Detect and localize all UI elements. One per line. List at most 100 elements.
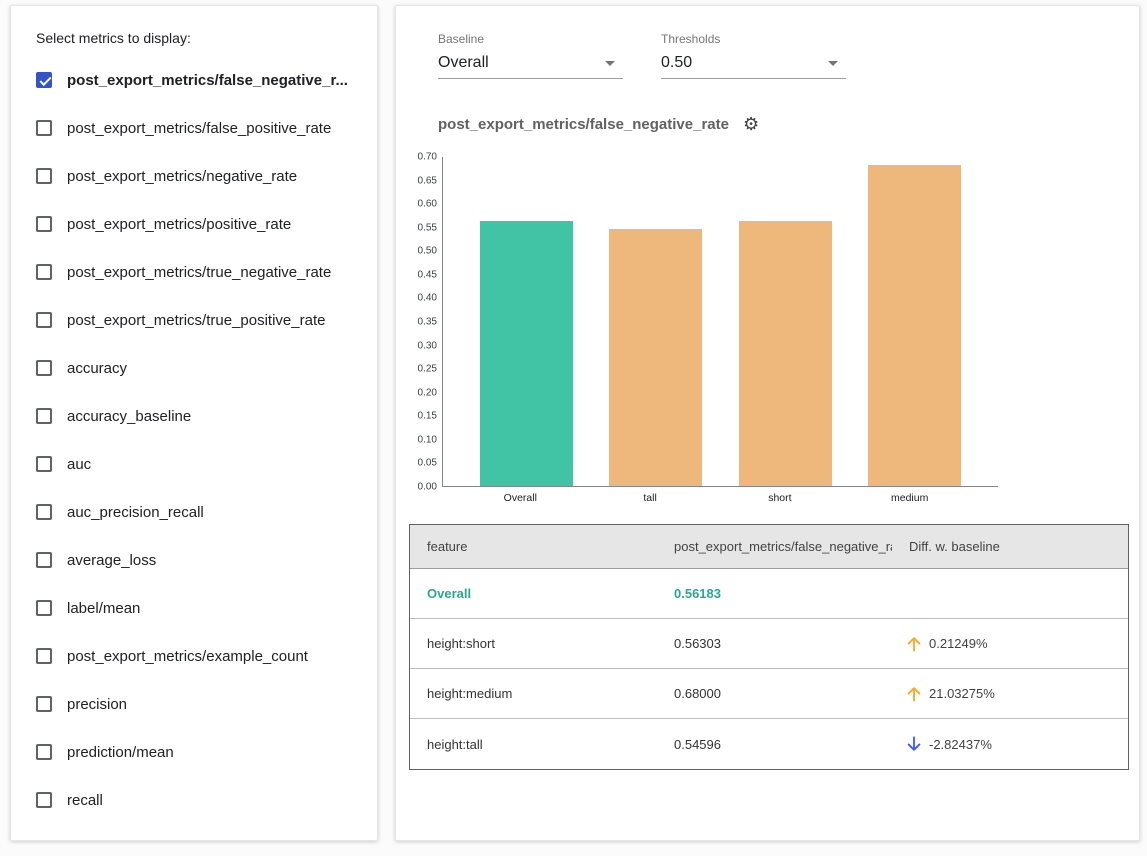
y-tick-label: 0.50 xyxy=(418,246,437,257)
bar-tall[interactable] xyxy=(609,229,702,486)
metric-item[interactable]: prediction/mean xyxy=(36,728,377,776)
thresholds-label: Thresholds xyxy=(661,32,846,46)
fairness-indicators-page: Select metrics to display: post_export_m… xyxy=(0,0,1147,856)
diff-value: 0.21249% xyxy=(929,636,988,651)
cell-feature: Overall xyxy=(410,586,657,601)
metric-item[interactable]: post_export_metrics/true_negative_rate xyxy=(36,248,377,296)
checkbox-unchecked[interactable] xyxy=(36,504,52,520)
metric-item[interactable]: post_export_metrics/true_positive_rate xyxy=(36,296,377,344)
metric-item[interactable]: auc xyxy=(36,440,377,488)
table-row: Overall0.56183 xyxy=(410,569,1128,619)
chart-header: post_export_metrics/false_negative_rate … xyxy=(438,115,1139,133)
diff-value: 21.03275% xyxy=(929,686,995,701)
checkbox-unchecked[interactable] xyxy=(36,216,52,232)
metric-item[interactable]: post_export_metrics/example_count xyxy=(36,632,377,680)
bar-medium[interactable] xyxy=(868,165,961,486)
metric-label: accuracy xyxy=(67,360,127,377)
cell-metric-value: 0.54596 xyxy=(657,737,892,752)
results-panel: Baseline Overall Thresholds 0.50 post_ex… xyxy=(395,5,1140,841)
x-axis-labels: Overall tall short medium xyxy=(437,492,993,504)
y-tick-label: 0.70 xyxy=(418,152,437,163)
metric-label: post_export_metrics/negative_rate xyxy=(67,168,297,185)
metric-item[interactable]: post_export_metrics/positive_rate xyxy=(36,200,377,248)
table-header-diff: Diff. w. baseline xyxy=(892,539,1130,554)
x-tick-label: short xyxy=(733,492,826,504)
y-tick-label: 0.20 xyxy=(418,387,437,398)
metric-label: post_export_metrics/example_count xyxy=(67,648,308,665)
checkbox-unchecked[interactable] xyxy=(36,360,52,376)
x-tick-label: medium xyxy=(863,492,956,504)
y-tick-label: 0.35 xyxy=(418,317,437,328)
y-tick-label: 0.65 xyxy=(418,175,437,186)
metric-label: recall xyxy=(67,792,103,809)
chevron-down-icon xyxy=(605,61,615,66)
checkbox-unchecked[interactable] xyxy=(36,792,52,808)
metrics-list: post_export_metrics/false_negative_r...p… xyxy=(36,56,377,824)
metric-label: post_export_metrics/true_negative_rate xyxy=(67,264,331,281)
bar-short[interactable] xyxy=(739,221,832,486)
controls-row: Baseline Overall Thresholds 0.50 xyxy=(396,6,1139,79)
arrow-up-icon xyxy=(904,684,924,704)
thresholds-selected-value: 0.50 xyxy=(661,54,692,72)
checkbox-unchecked[interactable] xyxy=(36,696,52,712)
metric-item[interactable]: post_export_metrics/false_negative_r... xyxy=(36,56,377,104)
baseline-control: Baseline Overall xyxy=(438,32,623,79)
metric-label: accuracy_baseline xyxy=(67,408,191,425)
x-tick-label: tall xyxy=(604,492,697,504)
checkbox-unchecked[interactable] xyxy=(36,312,52,328)
y-tick-label: 0.25 xyxy=(418,364,437,375)
metric-item[interactable]: auc_precision_recall xyxy=(36,488,377,536)
diff-value: -2.82437% xyxy=(929,737,992,752)
metric-item[interactable]: label/mean xyxy=(36,584,377,632)
checkbox-checked[interactable] xyxy=(36,72,52,88)
baseline-selected-value: Overall xyxy=(438,54,489,72)
metric-item[interactable]: accuracy xyxy=(36,344,377,392)
metric-item[interactable]: post_export_metrics/false_positive_rate xyxy=(36,104,377,152)
y-tick-label: 0.55 xyxy=(418,222,437,233)
y-axis-labels: 0.000.050.100.150.200.250.300.350.400.45… xyxy=(402,157,442,487)
plot-area xyxy=(442,157,998,487)
table-row: height:tall0.54596-2.82437% xyxy=(410,719,1128,769)
checkbox-unchecked[interactable] xyxy=(36,120,52,136)
metric-label: post_export_metrics/false_positive_rate xyxy=(67,120,331,137)
y-tick-label: 0.00 xyxy=(418,482,437,493)
checkbox-unchecked[interactable] xyxy=(36,552,52,568)
x-tick-label: Overall xyxy=(474,492,567,504)
table-body: Overall0.56183height:short0.563030.21249… xyxy=(410,569,1128,769)
y-tick-label: 0.05 xyxy=(418,458,437,469)
table-row: height:medium0.6800021.03275% xyxy=(410,669,1128,719)
cell-diff: 21.03275% xyxy=(892,684,1130,704)
metric-label: average_loss xyxy=(67,552,156,569)
chevron-down-icon xyxy=(828,61,838,66)
metric-label: post_export_metrics/positive_rate xyxy=(67,216,291,233)
baseline-select[interactable]: Overall xyxy=(438,49,623,79)
metric-item[interactable]: post_export_metrics/negative_rate xyxy=(36,152,377,200)
metric-item[interactable]: accuracy_baseline xyxy=(36,392,377,440)
cell-metric-value: 0.56303 xyxy=(657,636,892,651)
checkbox-unchecked[interactable] xyxy=(36,264,52,280)
checkbox-unchecked[interactable] xyxy=(36,648,52,664)
cell-diff: -2.82437% xyxy=(892,734,1130,754)
metric-item[interactable]: precision xyxy=(36,680,377,728)
y-tick-label: 0.60 xyxy=(418,199,437,210)
gear-icon[interactable]: ⚙ xyxy=(743,115,759,133)
table-header-row: feature post_export_metrics/false_negati… xyxy=(410,525,1128,569)
checkbox-unchecked[interactable] xyxy=(36,168,52,184)
chart-title: post_export_metrics/false_negative_rate xyxy=(438,116,729,133)
metric-selector-title: Select metrics to display: xyxy=(36,30,377,46)
checkbox-unchecked[interactable] xyxy=(36,456,52,472)
metric-label: label/mean xyxy=(67,600,140,617)
metric-item[interactable]: recall xyxy=(36,776,377,824)
table-header-metric: post_export_metrics/false_negative_rat..… xyxy=(657,539,892,554)
metric-label: precision xyxy=(67,696,127,713)
checkbox-unchecked[interactable] xyxy=(36,600,52,616)
metric-label: prediction/mean xyxy=(67,744,174,761)
checkbox-unchecked[interactable] xyxy=(36,408,52,424)
y-tick-label: 0.45 xyxy=(418,269,437,280)
checkbox-unchecked[interactable] xyxy=(36,744,52,760)
bar-overall[interactable] xyxy=(480,221,573,486)
metric-item[interactable]: average_loss xyxy=(36,536,377,584)
table-row: height:short0.563030.21249% xyxy=(410,619,1128,669)
thresholds-select[interactable]: 0.50 xyxy=(661,49,846,79)
bar-chart: 0.000.050.100.150.200.250.300.350.400.45… xyxy=(402,157,1139,487)
